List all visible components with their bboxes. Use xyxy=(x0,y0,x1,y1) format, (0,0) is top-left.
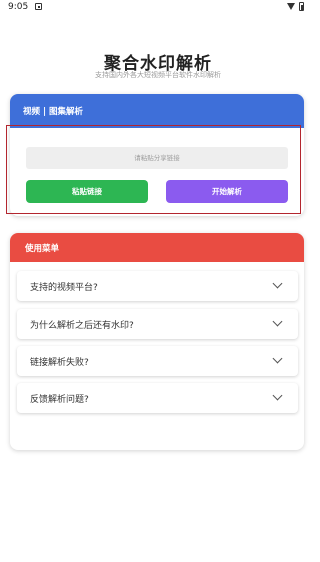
share-link-input[interactable] xyxy=(26,147,288,169)
faq-question: 链接解析失败? xyxy=(30,358,89,368)
status-bar: 9:05 xyxy=(0,0,316,16)
paste-link-button[interactable]: 粘贴链接 xyxy=(26,180,148,203)
notification-icon xyxy=(35,3,42,10)
status-time: 9:05 xyxy=(8,2,29,12)
parse-card-title: 视频 | 图集解析 xyxy=(23,107,84,117)
menu-card: 使用菜单 xyxy=(10,233,304,450)
page-subtitle: 支持国内外各大短视频平台软件水印解析 xyxy=(95,71,221,79)
faq-item-platforms[interactable]: 支持的视频平台? xyxy=(17,271,298,301)
faq-question: 支持的视频平台? xyxy=(30,283,98,293)
chevron-down-icon xyxy=(272,278,283,289)
faq-question: 为什么解析之后还有水印? xyxy=(30,321,134,331)
start-parse-button[interactable]: 开始解析 xyxy=(166,180,288,203)
wifi-icon xyxy=(287,3,295,10)
faq-item-parse-failed[interactable]: 链接解析失败? xyxy=(17,346,298,376)
faq-question: 反馈解析问题? xyxy=(30,395,89,405)
chevron-down-icon xyxy=(272,316,283,327)
chevron-down-icon xyxy=(272,353,283,364)
battery-icon xyxy=(299,2,304,11)
parse-card-header: 视频 | 图集解析 xyxy=(10,94,304,128)
faq-item-watermark[interactable]: 为什么解析之后还有水印? xyxy=(17,309,298,339)
faq-item-feedback[interactable]: 反馈解析问题? xyxy=(17,383,298,413)
menu-card-header: 使用菜单 xyxy=(10,233,304,262)
chevron-down-icon xyxy=(272,390,283,401)
menu-card-title: 使用菜单 xyxy=(25,244,60,254)
